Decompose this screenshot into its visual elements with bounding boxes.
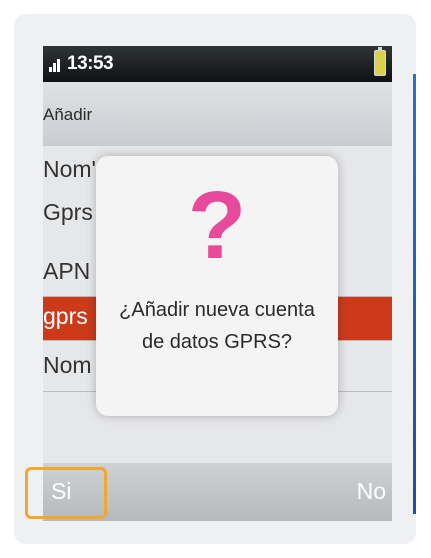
list-item-label: Nom' [43, 156, 96, 182]
accent-bar [413, 74, 416, 514]
yes-button-highlight [25, 467, 107, 519]
clock-time: 13:53 [67, 53, 114, 74]
screen-header: Añadir [43, 82, 392, 146]
signal-bars-icon [49, 54, 69, 72]
dialog-message-line2: de datos GPRS? [141, 331, 293, 353]
softkey-no-button[interactable]: No [357, 478, 386, 505]
battery-icon [374, 47, 386, 76]
phone-screen: 13:53 Añadir Nom' Nom' Gprs APN gprs Nom… [43, 46, 392, 521]
list-item-label: APN [43, 258, 91, 284]
question-mark-icon: ? [187, 172, 247, 279]
list-item-label: Nom [43, 352, 92, 378]
list-item-value: Gprs [43, 199, 93, 225]
dialog-message-line1: ¿Añadir nueva cuenta [119, 299, 315, 321]
list-item-value: gprs [43, 303, 88, 329]
status-bar: 13:53 [43, 46, 392, 82]
confirm-dialog: ? ¿Añadir nueva cuenta de datos GPRS? [96, 156, 338, 416]
dialog-message: ¿Añadir nueva cuenta de datos GPRS? [104, 294, 330, 358]
page-title: Añadir [43, 105, 93, 124]
